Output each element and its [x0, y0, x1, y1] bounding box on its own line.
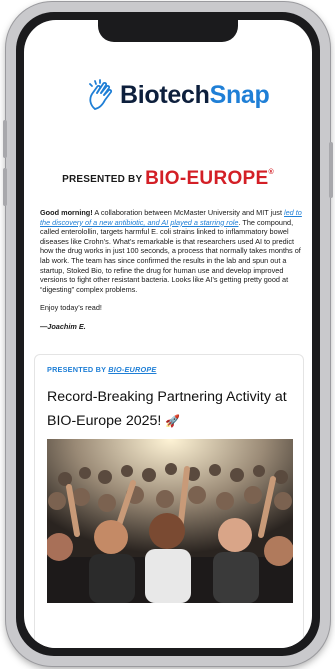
- phone-screen: BiotechSnap PRESENTED BY BIO-EUROPE® Goo…: [24, 20, 312, 648]
- brand-name-part2: Snap: [209, 80, 270, 109]
- power-button: [329, 142, 333, 198]
- phone-bezel: BiotechSnap PRESENTED BY BIO-EUROPE® Goo…: [16, 12, 320, 656]
- snap-hand-icon: [89, 79, 113, 110]
- intro-section: Good morning! A collaboration between Mc…: [40, 208, 302, 332]
- sponsor-logo: BIO-EUROPE: [145, 168, 269, 189]
- intro-text-2: . The compound, called enterolollin, tar…: [40, 217, 301, 294]
- brand-logo[interactable]: BiotechSnap: [86, 78, 270, 112]
- crowd-photo[interactable]: [47, 439, 293, 603]
- sponsored-story-card[interactable]: PRESENTED BY BIO-EUROPE Record-Breaking …: [34, 354, 304, 648]
- crowd-photo-illustration: [47, 439, 293, 603]
- newsletter-content: BiotechSnap PRESENTED BY BIO-EUROPE® Goo…: [24, 20, 312, 648]
- card-headline[interactable]: Record-Breaking Partnering Activity at B…: [47, 385, 297, 433]
- intro-paragraph: Good morning! A collaboration between Mc…: [40, 208, 302, 294]
- volume-up-button: [3, 120, 7, 158]
- presented-by-label: PRESENTED BY: [62, 174, 143, 185]
- card-tag-prefix: PRESENTED BY: [47, 365, 109, 374]
- rocket-icon: 🚀: [165, 414, 181, 428]
- phone-frame: BiotechSnap PRESENTED BY BIO-EUROPE® Goo…: [3, 2, 333, 666]
- volume-down-button: [3, 168, 7, 206]
- intro-text-1: A collaboration between McMaster Univers…: [92, 208, 284, 217]
- greeting: Good morning!: [40, 208, 93, 217]
- brand-name-part1: Biotech: [120, 80, 210, 109]
- registered-mark: ®: [268, 169, 274, 176]
- card-sponsor-tag: PRESENTED BY BIO-EUROPE: [47, 365, 156, 374]
- notch: [98, 20, 238, 42]
- sponsor-banner[interactable]: PRESENTED BY BIO-EUROPE®: [24, 168, 312, 190]
- signature: —Joachim E.: [40, 321, 86, 331]
- closing-line: Enjoy today’s read!: [40, 303, 102, 313]
- card-sponsor-link[interactable]: BIO-EUROPE: [108, 365, 156, 374]
